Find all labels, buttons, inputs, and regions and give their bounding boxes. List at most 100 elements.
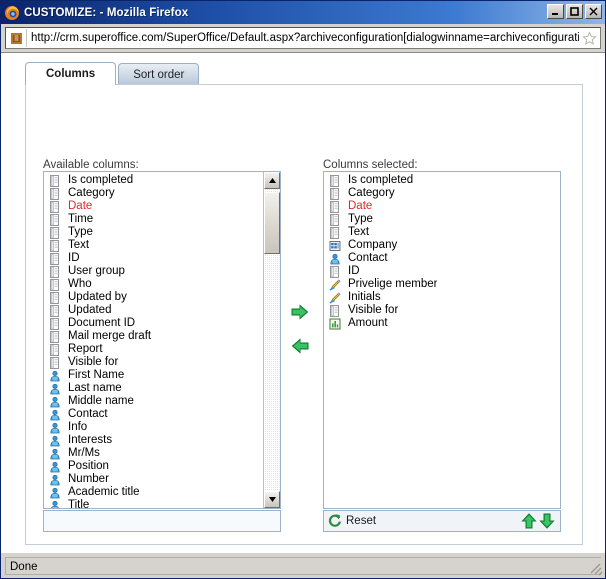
person-icon [48, 422, 61, 434]
available-columns-list[interactable]: Is completed Category Date Time Type Text ID Us… [43, 171, 281, 509]
list-item[interactable]: Report [44, 343, 263, 356]
list-item-label: Visible for [348, 304, 399, 316]
tab-sort-order[interactable]: Sort order [118, 63, 200, 85]
url-bar[interactable]: http://crm.superoffice.com/SuperOffice/D… [5, 27, 601, 49]
list-item[interactable]: Category [324, 187, 560, 200]
move-up-arrow-icon[interactable] [520, 512, 538, 530]
list-item-label: Category [348, 187, 395, 199]
window-controls [547, 4, 602, 19]
browser-window: CUSTOMIZE: - Mozilla Firefox http://crm.… [0, 0, 606, 579]
list-item-label: Is completed [68, 174, 134, 186]
document-icon [328, 200, 341, 213]
window-title-bar: CUSTOMIZE: - Mozilla Firefox [1, 1, 605, 24]
reset-label: Reset [346, 515, 377, 527]
document-icon [48, 200, 61, 213]
list-item-label: Middle name [68, 395, 134, 407]
site-favicon-icon [7, 29, 27, 47]
list-item[interactable]: User group [44, 265, 263, 278]
list-item[interactable]: Academic title [44, 486, 263, 499]
scrollbar-track[interactable] [264, 189, 280, 491]
list-item-label: Contact [68, 408, 108, 420]
list-item[interactable]: First Name [44, 369, 263, 382]
list-item[interactable]: Mail merge draft [44, 330, 263, 343]
person-icon [48, 474, 61, 486]
document-icon [48, 265, 61, 278]
list-item[interactable]: Contact [324, 252, 560, 265]
window-title-text: CUSTOMIZE: - Mozilla Firefox [24, 6, 189, 19]
list-item[interactable]: Category [44, 187, 263, 200]
list-item[interactable]: ID [324, 265, 560, 278]
list-item-label: Last name [68, 382, 122, 394]
list-item[interactable]: Number [44, 473, 263, 486]
list-item[interactable]: Is completed [44, 174, 263, 187]
list-item[interactable]: Document ID [44, 317, 263, 330]
list-item[interactable]: Who [44, 278, 263, 291]
list-item-label: Report [68, 343, 103, 355]
list-item[interactable]: Interests [44, 434, 263, 447]
url-text: http://crm.superoffice.com/SuperOffice/D… [31, 32, 579, 44]
minimize-button[interactable] [547, 4, 564, 19]
list-item[interactable]: Middle name [44, 395, 263, 408]
document-icon [328, 213, 341, 226]
firefox-logo-icon [4, 5, 20, 21]
bookmark-star-icon[interactable] [579, 30, 599, 46]
document-icon [48, 343, 61, 356]
list-item[interactable]: Visible for [324, 304, 560, 317]
list-item[interactable]: Date [324, 200, 560, 213]
list-item[interactable]: Type [44, 226, 263, 239]
scroll-down-button[interactable] [264, 491, 280, 508]
list-item[interactable]: Amount [324, 317, 560, 330]
list-item[interactable]: Mr/Ms [44, 447, 263, 460]
list-item-label: Type [348, 213, 373, 225]
list-item[interactable]: Updated [44, 304, 263, 317]
list-item-label: Type [68, 226, 93, 238]
list-item-label: Mr/Ms [68, 447, 100, 459]
document-icon [328, 174, 341, 187]
list-item[interactable]: Text [44, 239, 263, 252]
columns-selected-label: Columns selected: [323, 159, 418, 171]
list-item[interactable]: Last name [44, 382, 263, 395]
list-item[interactable]: Updated by [44, 291, 263, 304]
tab-columns[interactable]: Columns [25, 62, 117, 85]
list-item[interactable]: Initials [324, 291, 560, 304]
document-icon [48, 239, 61, 252]
list-item[interactable]: Contact [44, 408, 263, 421]
selected-columns-footer: Reset [323, 510, 561, 532]
list-item-label: Category [68, 187, 115, 199]
list-item-label: Text [68, 239, 90, 251]
status-text: Done [5, 556, 601, 575]
list-item[interactable]: Company [324, 239, 560, 252]
list-item[interactable]: Privelige member [324, 278, 560, 291]
available-columns-rows: Is completed Category Date Time Type Text ID Us… [44, 172, 263, 508]
list-item[interactable]: ID [44, 252, 263, 265]
close-button[interactable] [585, 4, 602, 19]
reset-button[interactable]: Reset [328, 513, 376, 530]
list-item[interactable]: Date [44, 200, 263, 213]
list-item[interactable]: Position [44, 460, 263, 473]
maximize-button[interactable] [566, 4, 583, 19]
available-columns-scrollbar[interactable] [263, 172, 280, 508]
scroll-up-button[interactable] [264, 172, 280, 189]
pencil-icon [328, 278, 341, 291]
selected-columns-list[interactable]: Is completed Category Date Type Text Company C… [323, 171, 561, 509]
scrollbar-thumb[interactable] [264, 192, 280, 254]
list-item[interactable]: Visible for [44, 356, 263, 369]
arrow-right-green-icon[interactable] [290, 303, 310, 321]
document-icon [48, 187, 61, 200]
document-icon [48, 291, 61, 304]
person-icon [48, 448, 61, 460]
list-item[interactable]: Type [324, 213, 560, 226]
list-item[interactable]: Info [44, 421, 263, 434]
list-item[interactable]: Text [324, 226, 560, 239]
move-down-arrow-icon[interactable] [538, 512, 556, 530]
arrow-left-green-icon[interactable] [290, 337, 310, 355]
list-item-label: Number [68, 473, 109, 485]
resize-grip[interactable] [587, 560, 603, 576]
person-icon [48, 383, 61, 395]
list-item[interactable]: Time [44, 213, 263, 226]
list-item[interactable]: Title [44, 499, 263, 508]
amount-icon [328, 318, 341, 330]
list-item[interactable]: Is completed [324, 174, 560, 187]
list-item-label: Updated by [68, 291, 127, 303]
document-icon [328, 187, 341, 200]
